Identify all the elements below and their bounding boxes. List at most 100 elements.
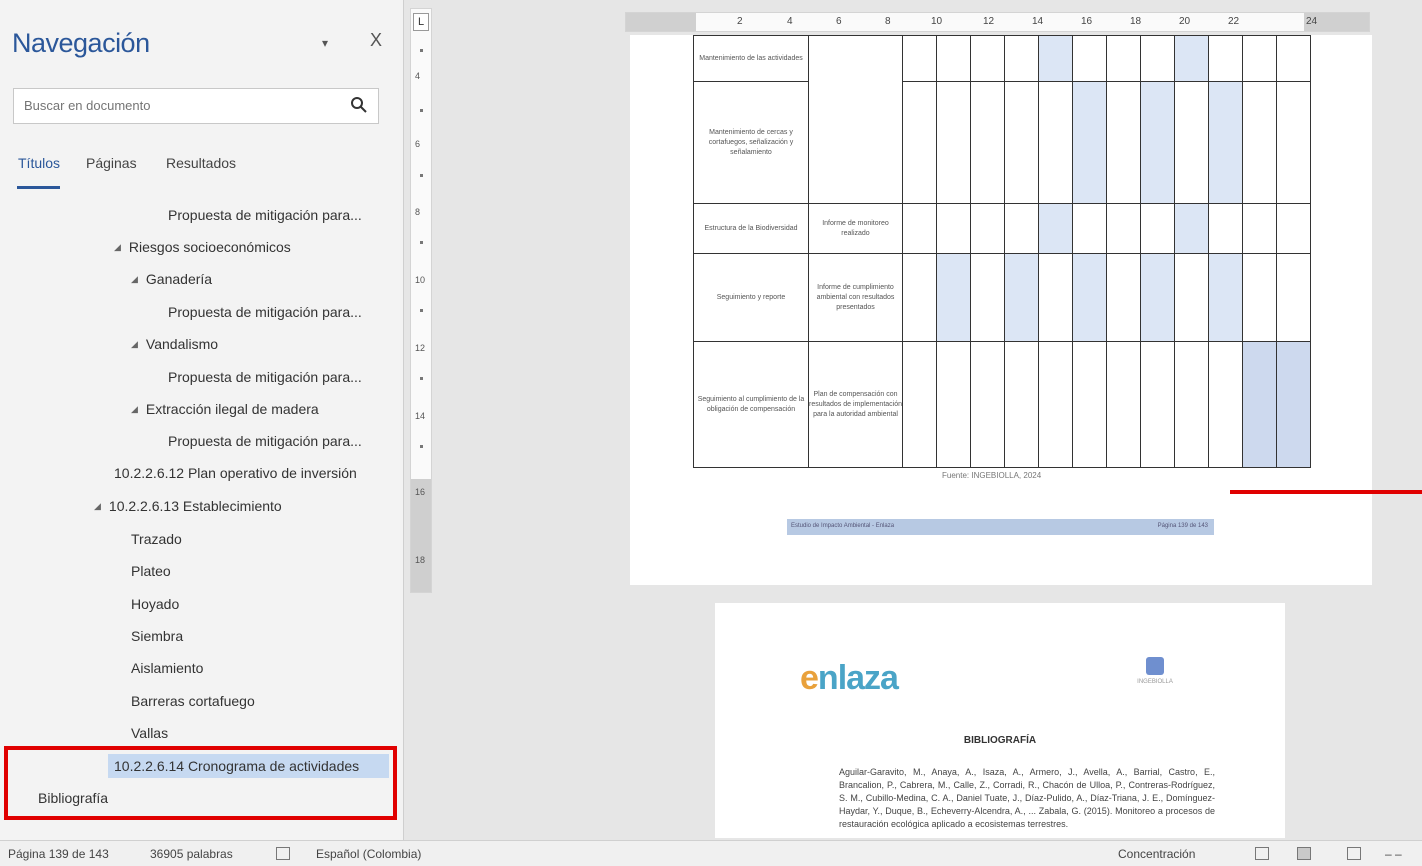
pane-options-dropdown[interactable]: ▾ — [322, 36, 328, 50]
tree-item-label: Propuesta de mitigación para... — [168, 433, 362, 449]
tree-item-label: Aislamiento — [131, 660, 204, 676]
tab-headings[interactable]: Títulos — [18, 155, 60, 171]
collapse-triangle-icon[interactable]: ◢ — [131, 404, 138, 414]
collapse-triangle-icon[interactable]: ◢ — [94, 501, 101, 511]
tree-item-label: Riesgos socioeconómicos — [128, 239, 291, 255]
highlight-annotation-line — [1230, 490, 1422, 494]
navigation-pane-title: Navegación — [12, 28, 150, 58]
ruler-number: 20 — [1179, 16, 1191, 27]
tree-item-label: 10.2.2.6.12 Plan operativo de inversión — [114, 465, 357, 481]
tree-item-label: 10.2.2.6.13 Establecimiento — [108, 498, 282, 514]
document-page[interactable]: Mantenimiento de las actividades Manteni… — [630, 35, 1372, 585]
company-logo-label: INGEBIOLLA — [1137, 679, 1173, 685]
search-icon[interactable] — [350, 96, 368, 114]
activity-cell: Mantenimiento de las actividades — [693, 35, 809, 82]
web-layout-icon[interactable] — [1347, 847, 1361, 861]
tree-item[interactable]: Barreras cortafuego — [131, 693, 255, 709]
ruler-number: 10 — [415, 275, 426, 285]
ruler-number: 16 — [415, 487, 426, 497]
collapse-triangle-icon[interactable]: ◢ — [131, 339, 138, 349]
highlight-annotation-box — [4, 746, 397, 820]
navigation-pane: Navegación ▾ X Títulos Páginas Resultado… — [0, 0, 404, 840]
collapse-triangle-icon[interactable]: ◢ — [131, 274, 138, 284]
tree-item-label: Barreras cortafuego — [131, 693, 255, 709]
tree-item[interactable]: Propuesta de mitigación para... — [168, 304, 362, 320]
activity-cell: Seguimiento y reporte — [693, 253, 809, 342]
tree-item-label: Hoyado — [131, 596, 180, 612]
product-cell: Informe de cumplimiento ambiental con re… — [808, 253, 903, 342]
tree-item-label: Propuesta de mitigación para... — [168, 304, 362, 320]
tree-item[interactable]: Plateo — [131, 563, 171, 579]
ruler-tick — [420, 445, 423, 448]
ruler-number: 4 — [787, 16, 793, 27]
tree-item[interactable]: ◢ Ganadería — [131, 271, 212, 287]
horizontal-ruler[interactable]: 2 4 6 8 10 12 14 16 18 20 22 24 — [625, 12, 1370, 32]
table-row: Mantenimiento de cercas y cortafuegos, s… — [693, 81, 1311, 204]
tree-item[interactable]: Propuesta de mitigación para... — [168, 207, 362, 223]
ruler-number: 12 — [415, 343, 426, 353]
schedule-table: Mantenimiento de las actividades Manteni… — [693, 35, 1311, 468]
focus-mode-button[interactable]: Concentración — [1118, 847, 1195, 861]
page-count-status[interactable]: Página 139 de 143 — [8, 847, 109, 861]
tab-pages[interactable]: Páginas — [86, 155, 137, 171]
ruler-number: 18 — [415, 555, 426, 565]
status-bar: Página 139 de 143 36905 palabras Español… — [0, 840, 1422, 866]
bibliography-entry: Aguilar-Garavito, M., Anaya, A., Isaza, … — [839, 767, 1215, 829]
read-mode-icon[interactable] — [1255, 847, 1269, 861]
document-page[interactable]: enlaza INGEBIOLLA BIBLIOGRAFÍA Aguilar-G… — [715, 603, 1285, 838]
ruler-number: 16 — [1081, 16, 1093, 27]
table-row: Seguimiento y reporte Informe de cumplim… — [693, 253, 1311, 342]
print-layout-icon[interactable] — [1297, 847, 1311, 861]
product-cell — [808, 35, 903, 204]
ruler-number: 12 — [983, 16, 995, 27]
language-status[interactable]: Español (Colombia) — [316, 847, 421, 861]
vertical-ruler[interactable]: L 4 6 8 10 12 14 16 18 — [410, 8, 432, 593]
tree-item[interactable]: Siembra — [131, 628, 183, 644]
collapse-triangle-icon[interactable]: ◢ — [114, 242, 121, 252]
ruler-number: 22 — [1228, 16, 1240, 27]
tree-item[interactable]: Aislamiento — [131, 660, 203, 676]
tree-item-label: Extracción ilegal de madera — [145, 401, 319, 417]
tree-item-label: Vallas — [131, 725, 169, 741]
table-row: Mantenimiento de las actividades — [693, 35, 1311, 204]
tree-item[interactable]: 10.2.2.6.12 Plan operativo de inversión — [114, 465, 357, 481]
zoom-slider[interactable]: – – — [1385, 847, 1402, 861]
tree-item-label: Siembra — [131, 628, 184, 644]
tab-results[interactable]: Resultados — [166, 155, 236, 171]
tree-item-label: Plateo — [131, 563, 171, 579]
tree-item[interactable]: Hoyado — [131, 596, 179, 612]
table-row: Estructura de la Biodiversidad Informe d… — [693, 203, 1311, 254]
focus-mode-label: Concentración — [1118, 847, 1196, 861]
ingebiolla-logo: INGEBIOLLA — [1135, 657, 1175, 685]
ruler-number: 6 — [836, 16, 842, 27]
tree-item[interactable]: ◢ Extracción ilegal de madera — [131, 401, 319, 417]
tree-item[interactable]: ◢ 10.2.2.6.13 Establecimiento — [94, 498, 282, 514]
word-count-status[interactable]: 36905 palabras — [150, 847, 233, 861]
tree-item[interactable]: Propuesta de mitigación para... — [168, 433, 362, 449]
activity-cell: Estructura de la Biodiversidad — [693, 203, 809, 254]
ruler-number: 10 — [931, 16, 943, 27]
tree-item[interactable]: Trazado — [131, 531, 182, 547]
footer-left-text: Estudio de Impacto Ambiental - Enlaza — [791, 523, 895, 529]
bibliography-heading: BIBLIOGRAFÍA — [963, 735, 1037, 746]
tree-item[interactable]: Propuesta de mitigación para... — [168, 369, 362, 385]
ruler-tick — [420, 241, 423, 244]
search-input[interactable] — [22, 97, 346, 114]
company-logo-icon — [1146, 657, 1164, 675]
table-row: Seguimiento al cumplimiento de la obliga… — [693, 341, 1311, 468]
tree-item-label: Trazado — [131, 531, 182, 547]
ruler-number: 8 — [885, 16, 891, 27]
ruler-number: 18 — [1130, 16, 1142, 27]
tree-item[interactable]: Vallas — [131, 725, 168, 741]
search-document-box[interactable] — [13, 88, 379, 124]
close-pane-button[interactable]: X — [370, 30, 382, 51]
product-cell: Plan de compensación con resultados de i… — [808, 341, 903, 468]
tree-item[interactable]: ◢ Vandalismo — [131, 336, 218, 352]
ruler-tick — [420, 174, 423, 177]
proofing-icon[interactable] — [276, 847, 290, 861]
tree-item-label: Ganadería — [145, 271, 213, 287]
ruler-tick — [420, 377, 423, 380]
active-tab-indicator — [17, 186, 60, 189]
tab-selector[interactable]: L — [413, 13, 429, 31]
tree-item[interactable]: ◢ Riesgos socioeconómicos — [114, 239, 291, 255]
